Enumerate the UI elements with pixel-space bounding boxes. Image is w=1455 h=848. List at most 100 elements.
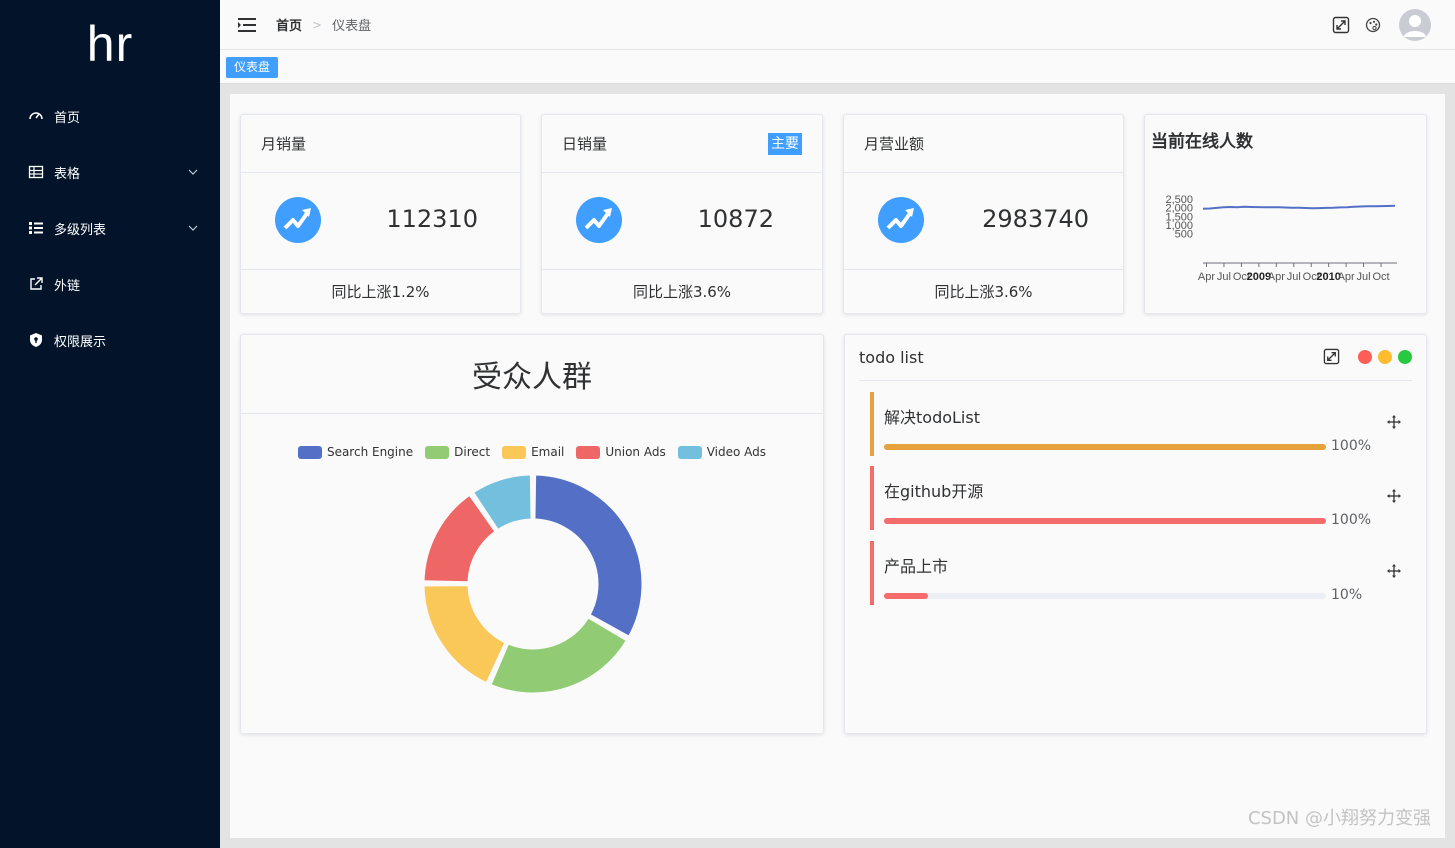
todo-progress-label: 10%: [1331, 587, 1363, 603]
stat-title: 日销量: [562, 135, 608, 153]
avatar[interactable]: [1399, 9, 1431, 41]
todo-progress-track: [884, 593, 1326, 599]
x-tick-label: Jul: [1287, 271, 1301, 283]
todo-progress-track: [884, 444, 1326, 450]
sidebar-item-external-link[interactable]: 外链: [0, 256, 220, 312]
todo-item[interactable]: 在github开源 100%: [870, 466, 1402, 530]
pie-slice: [421, 492, 498, 585]
todo-progress-label: 100%: [1331, 438, 1372, 454]
trend-up-icon: [275, 197, 321, 243]
table-icon: [28, 164, 44, 180]
todo-tools: [1323, 348, 1412, 365]
sidebar-item-table[interactable]: 表格: [0, 144, 220, 200]
todo-progress-track: [884, 518, 1326, 524]
chevron-down-icon: [188, 166, 198, 181]
todo-card: todo list 解决todoList 100% 在github开源 100%: [844, 334, 1427, 734]
legend-swatch: [576, 445, 601, 459]
legend-swatch: [297, 445, 322, 459]
todo-progress-fill: [884, 518, 1326, 524]
legend-label: Direct: [454, 445, 491, 459]
online-users-card: 当前在线人数 2,500 2,000 1,500 1,000 500 Apr Jul Oct 2…: [1144, 114, 1427, 314]
tag-dashboard[interactable]: 仪表盘: [226, 57, 279, 78]
legend-label: Email: [531, 445, 565, 459]
tags-view: 仪表盘: [220, 50, 1455, 84]
main-content: 月销量 112310 同比上涨1.2% 日销量 主要 10872 同比上涨3.6…: [230, 94, 1445, 838]
todo-header: todo list: [859, 335, 1412, 381]
sidebar-item-label: 首页: [54, 110, 81, 126]
breadcrumb: 首页 > 仪表盘: [276, 15, 372, 35]
trend-up-icon: [576, 197, 622, 243]
stat-title: 月营业额: [864, 135, 925, 153]
app-logo[interactable]: hr: [0, 0, 220, 88]
breadcrumb-current: 仪表盘: [332, 19, 372, 34]
sidebar-item-label: 表格: [54, 166, 81, 182]
hamburger-icon[interactable]: [238, 17, 256, 32]
sidebar-item-dashboard[interactable]: 首页: [0, 88, 220, 144]
sidebar-item-multi-list[interactable]: 多级列表: [0, 200, 220, 256]
status-badge: 主要: [768, 133, 802, 155]
trend-up-icon: [878, 197, 924, 243]
fullscreen-icon[interactable]: [1331, 15, 1351, 35]
x-tick-label: Apr: [1198, 271, 1215, 283]
online-users-chart: 2,5002,0001,5001,000500Apr Jul Oct2009Apr J…: [1165, 194, 1397, 283]
stat-value: 2983740: [982, 205, 1089, 233]
sidebar-item-label: 权限展示: [54, 334, 107, 350]
stat-card-monthly-revenue: 月营业额 2983740 同比上涨3.6%: [843, 114, 1124, 314]
stat-card-monthly-sales: 月销量 112310 同比上涨1.2%: [240, 114, 521, 314]
dashboard-icon: [28, 108, 44, 124]
todo-progress-label: 100%: [1331, 512, 1372, 528]
pie-slice: [421, 583, 508, 686]
x-tick-label: Oct: [1372, 271, 1389, 283]
y-tick-label: 500: [1175, 228, 1193, 240]
todo-progress-fill: [884, 593, 929, 599]
stat-card-daily-sales: 日销量 主要 10872 同比上涨3.6%: [541, 114, 823, 314]
pie-legend: Search Engine Direct Email Union Ads Video A…: [241, 445, 823, 459]
sidebar-item-label: 多级列表: [54, 222, 107, 238]
todo-item[interactable]: 产品上市 10%: [870, 541, 1402, 605]
list-icon: [28, 220, 44, 236]
drag-handle-icon[interactable]: [1386, 563, 1402, 579]
legend-item[interactable]: Direct: [425, 445, 490, 459]
drag-handle-icon[interactable]: [1386, 488, 1402, 504]
x-tick-label: Jul: [1357, 271, 1371, 283]
legend-label: Video Ads: [706, 445, 767, 459]
legend-item[interactable]: Email: [502, 445, 564, 459]
close-dot-button[interactable]: [1358, 349, 1372, 364]
sidebar: hr 首页 表格 多级列表 外链 权限展示: [0, 0, 220, 848]
expand-icon[interactable]: [1323, 348, 1340, 365]
legend-label: Union Ads: [605, 445, 666, 459]
todo-item[interactable]: 解决todoList 100%: [870, 392, 1402, 456]
sidebar-menu: 首页 表格 多级列表 外链 权限展示: [0, 88, 220, 368]
x-tick-label: Apr: [1338, 271, 1355, 283]
breadcrumb-home[interactable]: 首页: [276, 15, 302, 34]
legend-item[interactable]: Union Ads: [576, 445, 666, 459]
maximize-dot-button[interactable]: [1398, 349, 1412, 364]
stat-footer: 同比上涨1.2%: [331, 282, 430, 301]
audience-title: 受众人群: [241, 335, 823, 414]
todo-progress-fill: [884, 444, 1326, 450]
stat-value: 10872: [697, 205, 774, 233]
stat-footer: 同比上涨3.6%: [632, 282, 732, 301]
legend-swatch: [677, 445, 702, 459]
header-actions: [1319, 9, 1431, 41]
legend-item[interactable]: Video Ads: [677, 445, 767, 459]
pie-slice: [532, 472, 645, 639]
drag-handle-icon[interactable]: [1386, 414, 1402, 430]
stat-title: 月销量: [261, 135, 307, 153]
stat-value: 112310: [386, 205, 478, 233]
legend-item[interactable]: Search Engine: [297, 445, 414, 459]
shield-icon: [28, 332, 44, 348]
todo-item-text: 产品上市: [884, 557, 949, 576]
breadcrumb-separator: >: [312, 17, 323, 32]
minimize-dot-button[interactable]: [1378, 349, 1392, 364]
legend-label: Search Engine: [326, 445, 414, 459]
x-tick-label: Apr: [1268, 271, 1285, 283]
x-tick-label: Jul: [1217, 271, 1231, 283]
audience-card: 受众人群 Search Engine Direct Email Union Ads Vi…: [240, 334, 824, 734]
pie-slice: [488, 615, 630, 696]
pie-slice: [470, 472, 534, 533]
sidebar-item-permission[interactable]: 权限展示: [0, 312, 220, 368]
series-line: [1202, 204, 1396, 210]
chevron-down-icon: [188, 222, 198, 237]
theme-palette-icon[interactable]: [1363, 15, 1383, 35]
